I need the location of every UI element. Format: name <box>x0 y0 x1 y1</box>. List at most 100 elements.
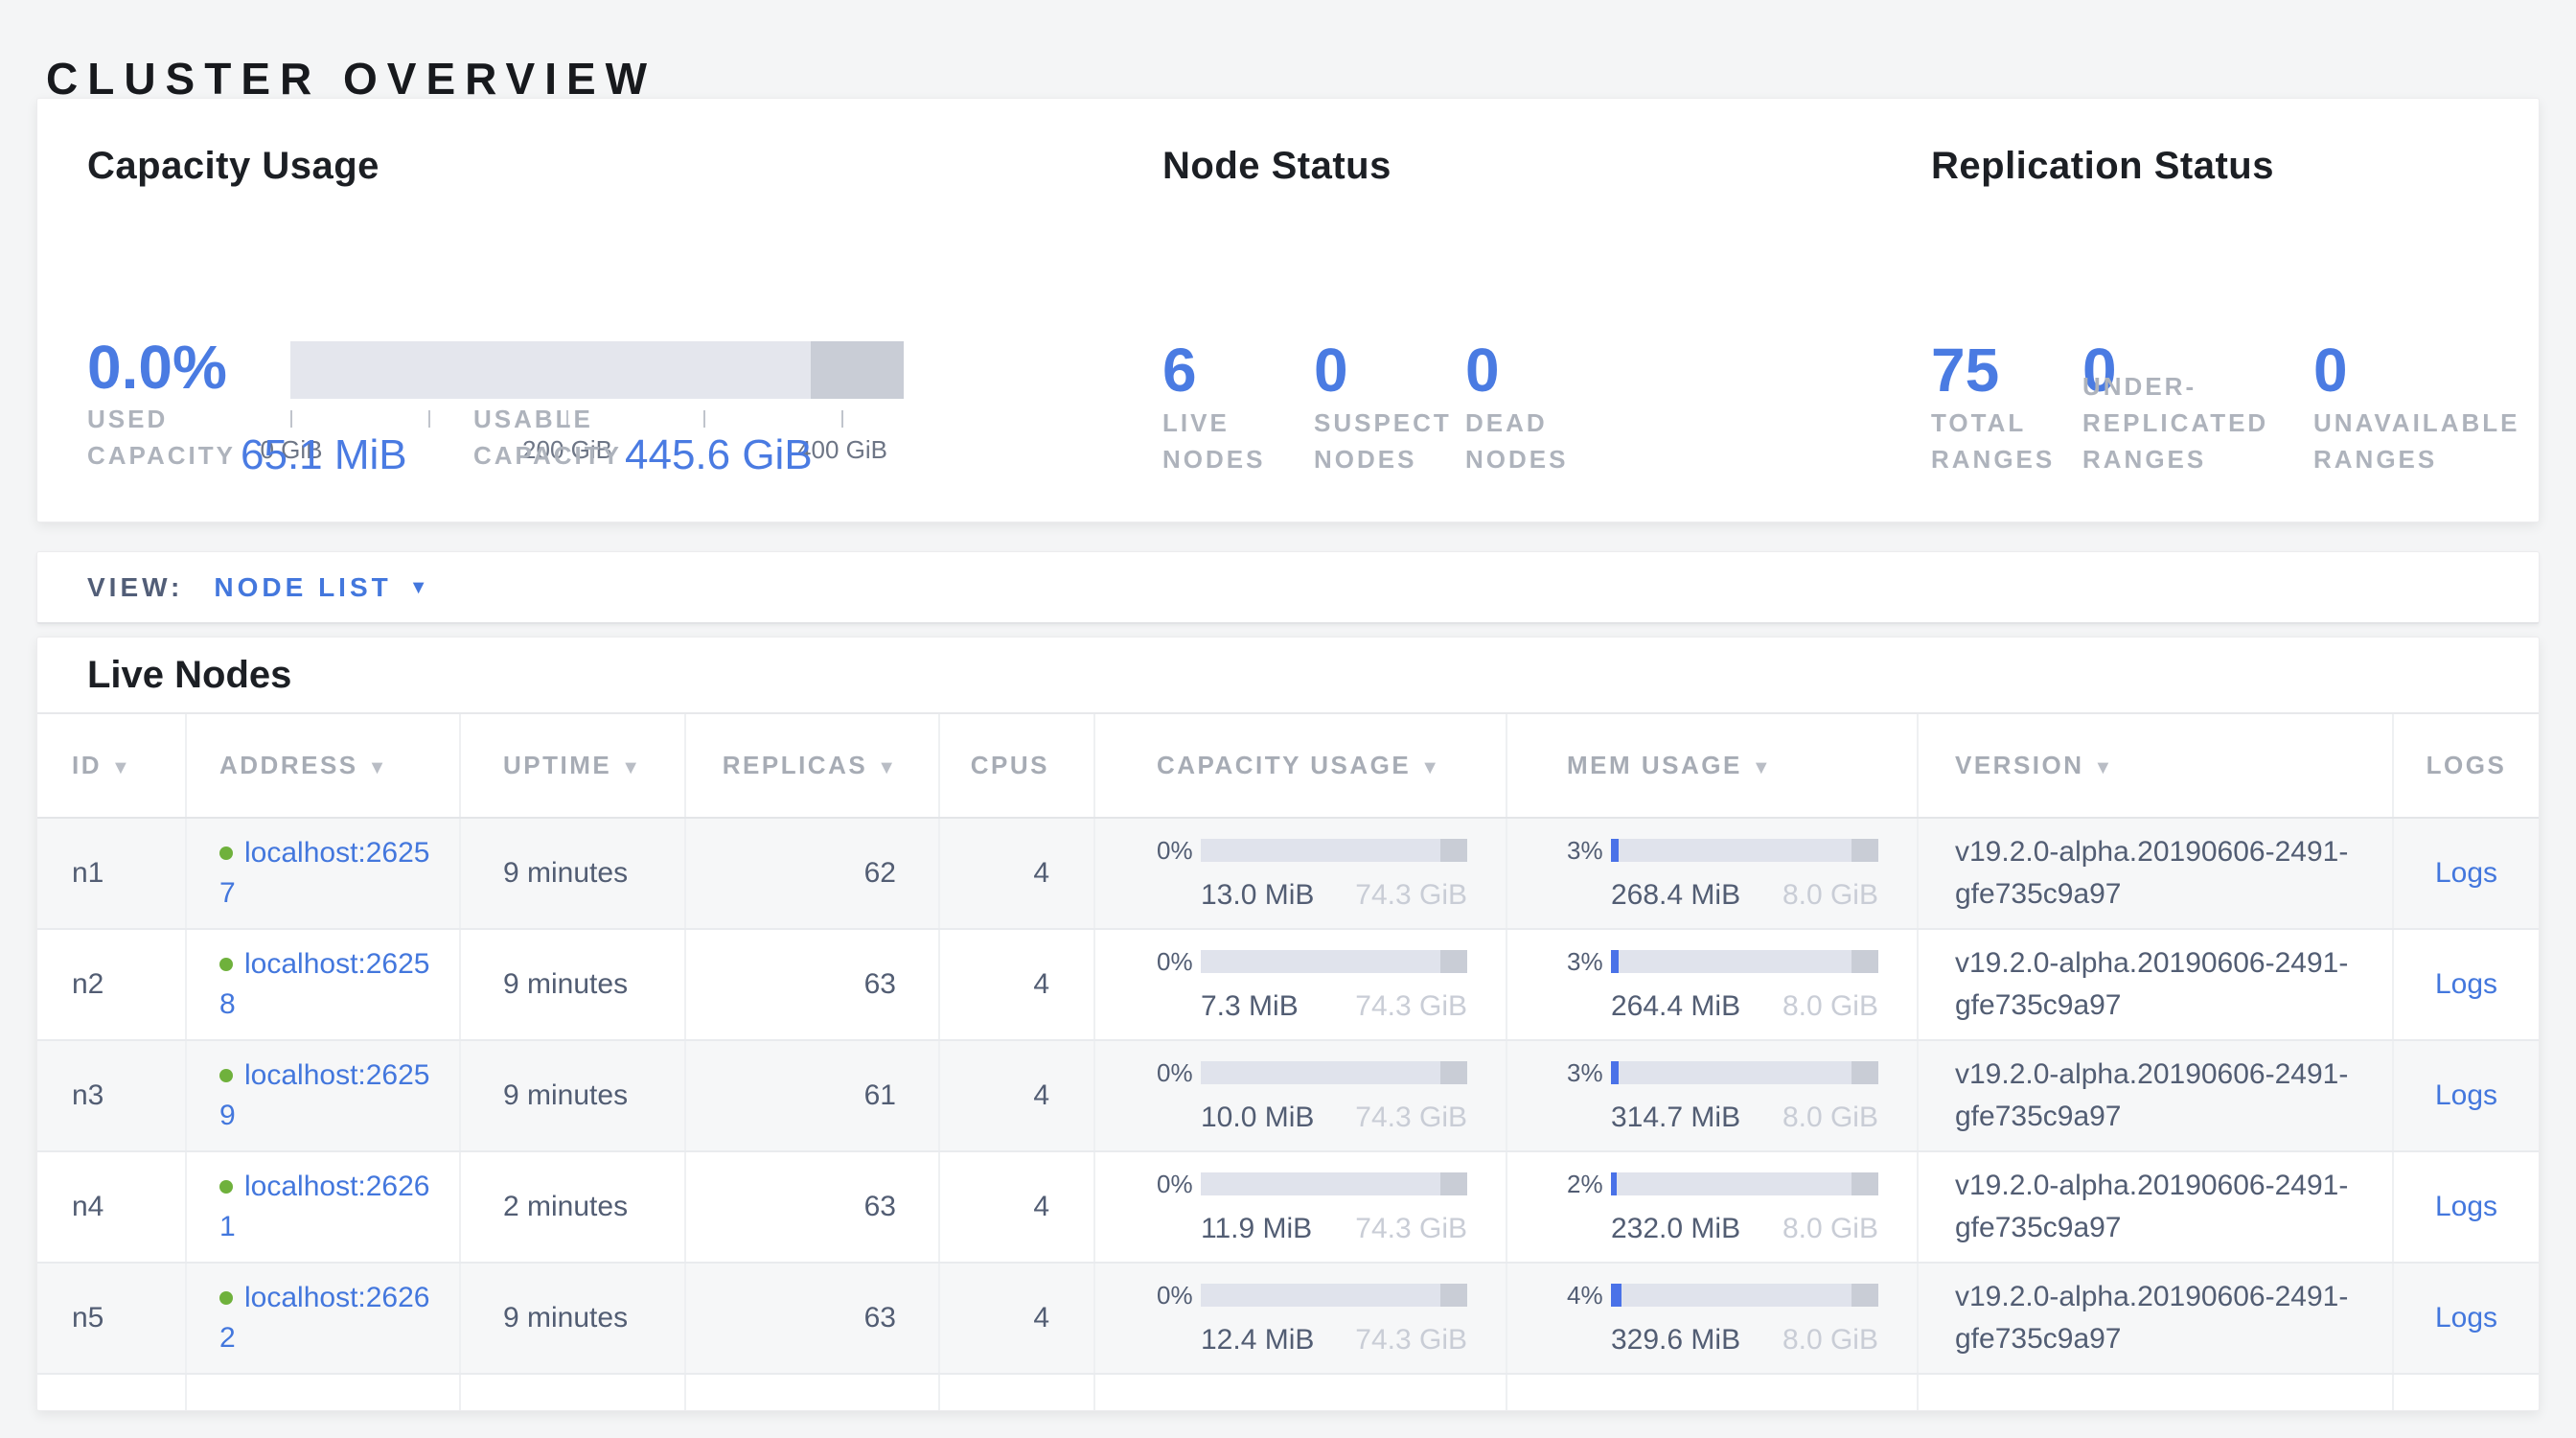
replicas-cell: 61 <box>685 1040 939 1151</box>
view-bar: VIEW: NODE LIST ▼ <box>36 551 2540 624</box>
column-header-id[interactable]: ID▼ <box>37 714 186 818</box>
capacity-used-value: 7.3 MiB <box>1201 990 1299 1023</box>
version-cell: v19.2.0-alpha.20190606-2491-gfe735c9a97 <box>1918 1151 2393 1263</box>
used-capacity-label: USED CAPACITY <box>87 401 241 474</box>
table-row: n3 localhost:26259 9 minutes 61 4 0% 10.… <box>37 1040 2539 1151</box>
mem-total-value: 8.0 GiB <box>1782 990 1878 1023</box>
mem-used-value: 329.6 MiB <box>1611 1324 1740 1357</box>
mem-bar <box>1611 1061 1878 1084</box>
capacity-total-value: 74.3 GiB <box>1355 1213 1467 1245</box>
capacity-bar <box>1201 1284 1467 1307</box>
table-row: n5 localhost:26262 9 minutes 63 4 0% 12.… <box>37 1263 2539 1374</box>
node-id-cell: n4 <box>37 1151 186 1263</box>
usable-capacity-value: 445.6 GiB <box>625 431 813 479</box>
node-address-link[interactable]: localhost:26257 <box>219 837 429 909</box>
capacity-bar <box>1201 1061 1467 1084</box>
mem-bar-fill <box>1611 1061 1619 1084</box>
table-row-partial <box>37 1374 2539 1411</box>
dead-nodes-count: 0 <box>1465 339 1617 401</box>
mem-bar-reserved-segment <box>1852 1284 1878 1307</box>
node-id-cell: n2 <box>37 929 186 1040</box>
column-header-replicas[interactable]: REPLICAS▼ <box>685 714 939 818</box>
column-header-uptime[interactable]: UPTIME▼ <box>460 714 685 818</box>
capacity-used-value: 10.0 MiB <box>1201 1102 1314 1134</box>
node-address-link[interactable]: localhost:26258 <box>219 948 429 1020</box>
mem-total-value: 8.0 GiB <box>1782 1324 1878 1357</box>
suspect-nodes-count: 0 <box>1314 339 1465 401</box>
logs-cell: Logs <box>2393 929 2539 1040</box>
mem-percent-label: 4% <box>1567 1281 1611 1310</box>
mem-bar-fill <box>1611 839 1619 862</box>
column-header-mem-usage[interactable]: MEM USAGE▼ <box>1506 714 1918 818</box>
table-row: n1 localhost:26257 9 minutes 62 4 0% 13.… <box>37 818 2539 929</box>
live-status-icon <box>219 847 233 860</box>
view-dropdown[interactable]: NODE LIST ▼ <box>214 572 427 603</box>
mem-usage-cell: 2% 232.0 MiB 8.0 GiB <box>1506 1151 1918 1263</box>
live-status-icon <box>219 1291 233 1305</box>
capacity-total-value: 74.3 GiB <box>1355 1324 1467 1357</box>
mem-percent-label: 2% <box>1567 1170 1611 1199</box>
sort-desc-icon[interactable]: ▼ <box>621 757 640 778</box>
live-status-icon <box>219 1180 233 1194</box>
mem-bar-reserved-segment <box>1852 1061 1878 1084</box>
version-cell: v19.2.0-alpha.20190606-2491-gfe735c9a97 <box>1918 818 2393 929</box>
mem-bar <box>1611 950 1878 973</box>
column-header-version[interactable]: VERSION▼ <box>1918 714 2393 818</box>
column-header-address[interactable]: ADDRESS▼ <box>186 714 460 818</box>
uptime-cell: 9 minutes <box>460 929 685 1040</box>
usable-capacity-label: USABLE CAPACITY <box>473 401 636 474</box>
sort-desc-icon[interactable]: ▼ <box>111 757 130 778</box>
logs-link[interactable]: Logs <box>2435 968 2497 1000</box>
node-address-cell: localhost:26257 <box>186 818 460 929</box>
logs-link[interactable]: Logs <box>2435 857 2497 889</box>
node-status-section: Node Status 6 0 0 LIVE NODES SUSPECT NOD… <box>1162 99 1900 522</box>
replicas-cell: 62 <box>685 818 939 929</box>
version-cell: v19.2.0-alpha.20190606-2491-gfe735c9a97 <box>1918 1040 2393 1151</box>
mem-bar <box>1611 1172 1878 1195</box>
mem-used-value: 268.4 MiB <box>1611 879 1740 912</box>
sort-desc-icon[interactable]: ▼ <box>1752 757 1771 778</box>
mem-bar <box>1611 839 1878 862</box>
sort-desc-icon[interactable]: ▼ <box>2094 757 2113 778</box>
replicas-cell: 63 <box>685 1151 939 1263</box>
capacity-bar-reserved-segment <box>1440 1061 1467 1084</box>
mem-total-value: 8.0 GiB <box>1782 1102 1878 1134</box>
capacity-usage-cell: 0% 13.0 MiB 74.3 GiB <box>1094 818 1506 929</box>
capacity-percent: 0.0% <box>87 332 227 403</box>
cpus-cell: 4 <box>939 818 1094 929</box>
sort-desc-icon[interactable]: ▼ <box>1420 757 1439 778</box>
uptime-cell: 9 minutes <box>460 1263 685 1374</box>
mem-percent-label: 3% <box>1567 836 1611 866</box>
capacity-bar <box>1201 1172 1467 1195</box>
node-id-cell: n1 <box>37 818 186 929</box>
node-address-link[interactable]: localhost:26262 <box>219 1282 429 1354</box>
view-label: VIEW: <box>87 572 183 603</box>
used-capacity-value: 65.1 MiB <box>241 431 407 479</box>
capacity-bar-reserved-segment <box>1440 839 1467 862</box>
column-header-capacity-usage[interactable]: CAPACITY USAGE▼ <box>1094 714 1506 818</box>
chevron-down-icon[interactable]: ▼ <box>409 578 428 597</box>
column-header-logs: LOGS <box>2393 714 2539 818</box>
live-status-icon <box>219 1069 233 1082</box>
live-nodes-heading: Live Nodes <box>37 638 2539 714</box>
node-address-link[interactable]: localhost:26259 <box>219 1059 429 1131</box>
node-address-cell: localhost:26261 <box>186 1151 460 1263</box>
view-dropdown-value[interactable]: NODE LIST <box>214 572 391 603</box>
logs-link[interactable]: Logs <box>2435 1191 2497 1222</box>
node-id-cell: n5 <box>37 1263 186 1374</box>
unavailable-ranges-label: UNAVAILABLE RANGES <box>2313 405 2563 477</box>
cpus-cell: 4 <box>939 1151 1094 1263</box>
capacity-percent-label: 0% <box>1157 1281 1201 1310</box>
replication-status-section: Replication Status 75 0 0 TOTAL RANGES U… <box>1931 99 2564 522</box>
live-nodes-card: Live Nodes ID▼ ADDRESS▼ UPTIME▼ REPLICAS… <box>36 637 2540 1411</box>
logs-cell: Logs <box>2393 1263 2539 1374</box>
node-address-link[interactable]: localhost:26261 <box>219 1171 429 1242</box>
logs-link[interactable]: Logs <box>2435 1302 2497 1334</box>
logs-link[interactable]: Logs <box>2435 1079 2497 1111</box>
total-ranges-label: TOTAL RANGES <box>1931 405 2082 477</box>
sort-desc-icon[interactable]: ▼ <box>877 757 896 778</box>
mem-bar-fill <box>1611 1172 1617 1195</box>
sort-desc-icon[interactable]: ▼ <box>368 757 387 778</box>
version-cell: v19.2.0-alpha.20190606-2491-gfe735c9a97 <box>1918 929 2393 1040</box>
capacity-bar <box>1201 839 1467 862</box>
